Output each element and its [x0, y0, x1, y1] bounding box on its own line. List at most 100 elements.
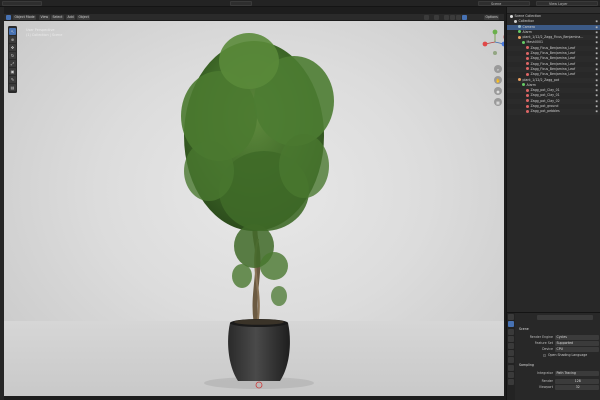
wireframe-shading-icon[interactable] [444, 15, 449, 20]
rendered-plant [181, 33, 334, 389]
object-type-icon [526, 56, 529, 60]
material-shading-icon[interactable] [456, 15, 461, 20]
object-type-icon [518, 25, 521, 29]
render-samples-row: Render 128 [517, 379, 600, 384]
menu-select[interactable]: Select [51, 15, 64, 20]
device-label: Device [542, 347, 553, 351]
options-button[interactable]: Options [484, 15, 500, 20]
viewport-samples-label: Viewport [538, 385, 553, 389]
section-sampling[interactable]: Sampling [517, 363, 600, 368]
properties-search-input[interactable] [537, 315, 593, 320]
viewport-samples-row: Viewport 32 [517, 385, 600, 390]
outliner-row-label: Alarm [522, 29, 532, 34]
object-type-icon [526, 46, 529, 50]
output-tab-icon[interactable] [508, 328, 514, 335]
editor-type-icon[interactable] [6, 15, 11, 20]
menu-view[interactable]: View [39, 15, 50, 20]
feature-set-row: Feature Set Supported [517, 341, 600, 346]
osl-row[interactable]: Open Shading Language [517, 353, 600, 358]
object-type-icon [518, 30, 521, 34]
sampling-label: Sampling [519, 363, 534, 367]
object-type-icon [518, 78, 521, 82]
material-tab-icon[interactable] [508, 371, 514, 378]
osl-checkbox[interactable] [543, 354, 546, 357]
outliner-row-label: Collection [518, 19, 535, 24]
visibility-eye-icon[interactable]: ◉ [595, 109, 598, 114]
integrator-row: Integrator Path Tracing [517, 371, 600, 376]
render-tab-icon[interactable] [508, 321, 514, 328]
osl-label: Open Shading Language [548, 353, 588, 357]
object-type-icon [526, 99, 529, 103]
object-type-icon [526, 93, 529, 97]
scene-tab-icon[interactable] [508, 342, 514, 349]
object-tab-icon[interactable] [508, 357, 514, 364]
scene-name: Scene [491, 2, 502, 6]
outliner-panel: Scene Collection Collection ◉ Camera ◉ Alarm… [506, 7, 600, 312]
properties-panel: Scene Render Engine Cycles Feature Set S… [506, 312, 600, 400]
solid-shading-icon[interactable] [450, 15, 455, 20]
properties-tabs [507, 313, 515, 400]
outliner-title: Scene Collection [514, 14, 542, 18]
view-layer-tab-icon[interactable] [508, 335, 514, 342]
section-scene[interactable]: Scene [517, 327, 600, 332]
outliner-row-label: Zagg_pot_Clay_01 [530, 88, 560, 93]
menu-add[interactable]: Add [66, 15, 76, 20]
mode-selector[interactable]: Object Mode [13, 15, 37, 20]
section-scene-label: Scene [519, 327, 529, 331]
render-engine-label: Render Engine [529, 335, 553, 339]
outliner-header [507, 7, 600, 14]
outliner-row-label: Camera [522, 24, 536, 29]
shading-selector[interactable] [230, 1, 252, 6]
render-samples-label: Render [541, 379, 553, 383]
object-type-icon [518, 35, 521, 39]
object-type-icon [522, 40, 525, 44]
object-type-icon [526, 109, 529, 113]
outliner-row-label: Zagg_pot_Clay_02 [530, 98, 560, 103]
properties-search[interactable] [517, 315, 600, 320]
device-row: Device CPU [517, 347, 600, 352]
object-type-icon [526, 62, 529, 66]
texture-tab-icon[interactable] [508, 378, 514, 385]
outliner-row-label: Alarm [526, 82, 536, 87]
outliner-row-label: Zagg_Ficus_Benjamina_Leaf [530, 56, 576, 61]
object-type-icon [526, 67, 529, 71]
outliner-row-label: Zagg_Ficus_Benjamina_Leaf [530, 61, 576, 66]
top-bar: Scene View Layer [0, 0, 600, 7]
outliner-row-label: plant_1/12/2_Zagg_Ficus_Benjamina... [522, 35, 584, 40]
rendered-shading-icon[interactable] [462, 15, 467, 20]
tool-tab-icon[interactable] [508, 314, 514, 321]
render-samples-field[interactable]: 128 [555, 379, 599, 384]
outliner-row-label: Zagg_Ficus_Benjamina_Leaf [530, 72, 576, 77]
viewport-header: Object Mode View Select Add Object Optio… [4, 14, 504, 21]
outliner-row-label: plant_1/12/2_Zagg_pot [522, 77, 560, 82]
modifier-tab-icon[interactable] [508, 364, 514, 371]
integrator-label: Integrator [537, 371, 553, 375]
view-layer-name: View Layer [549, 2, 568, 6]
render-engine-row: Render Engine Cycles [517, 335, 600, 340]
outliner-row-label: Zagg_Ficus_Benjamina_Leaf [530, 45, 576, 50]
device-dropdown[interactable]: CPU [555, 347, 599, 352]
integrator-dropdown[interactable]: Path Tracing [555, 371, 599, 376]
object-type-icon [514, 19, 517, 23]
xray-icon[interactable] [434, 15, 439, 20]
object-type-icon [526, 72, 529, 76]
3d-viewport[interactable]: User Perspective (1) Collection | Scene … [4, 21, 504, 396]
outliner-row-label: Zagg_pot_ground [530, 104, 559, 109]
outliner-row-label: Zagg_pot_Clay_01 [530, 93, 560, 98]
object-type-icon [526, 88, 529, 92]
view-layer-selector[interactable]: View Layer [536, 1, 598, 6]
menu-object[interactable]: Object [77, 15, 91, 20]
outliner-row-label: Mesh0001 [526, 40, 544, 45]
outliner-row-label: Zagg_Ficus_Benjamina_Leaf [530, 51, 576, 56]
render-engine-dropdown[interactable]: Cycles [555, 335, 599, 340]
outliner-row-label: Zagg_Ficus_Benjamina_Leaf [530, 66, 576, 71]
editor-menu[interactable] [2, 1, 42, 6]
viewport-samples-field[interactable]: 32 [555, 385, 599, 390]
scene-selector[interactable]: Scene [478, 1, 530, 6]
object-type-icon [526, 104, 529, 108]
world-tab-icon[interactable] [508, 350, 514, 357]
overlay-icon[interactable] [424, 15, 429, 20]
feature-set-label: Feature Set [534, 341, 553, 345]
outliner-row[interactable]: Zagg_pot_pebbles ◉ [507, 109, 600, 115]
feature-set-dropdown[interactable]: Supported [555, 341, 599, 346]
